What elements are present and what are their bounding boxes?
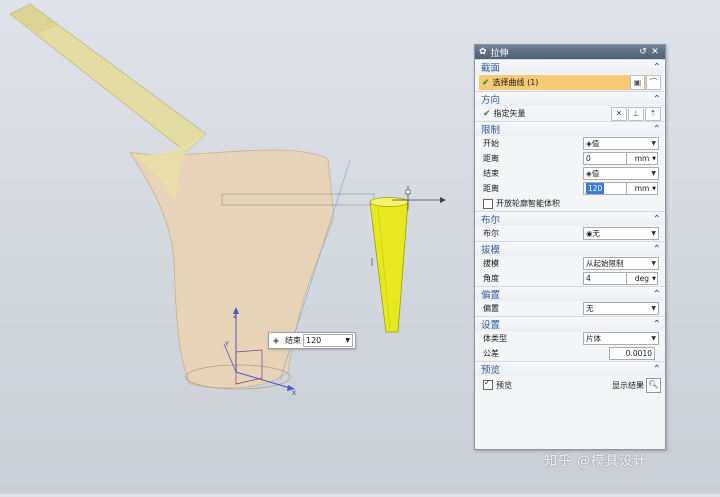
boolean-header[interactable]: 布尔 ⌃ (475, 212, 665, 226)
angle-row: 角度 4 deg ▼ (483, 272, 658, 285)
preview-row: 预览 显示结果 🔍︎ (475, 376, 665, 394)
reset-icon[interactable]: ↺ (637, 47, 649, 57)
preview-checkbox[interactable] (483, 378, 493, 390)
select-curve-label: 选择曲线 (1) (492, 78, 539, 87)
start-distance-input[interactable]: 0 (583, 152, 627, 165)
preview-section: 预览⌃ 预览 显示结果 🔍︎ (475, 361, 665, 394)
axis-label-y: Y (224, 341, 229, 348)
tolerance-row: 公差 0.0010 (475, 346, 665, 361)
extrude-dialog: ✿ 拉伸 ↺ ✕ 截面 ⌃ ✔ 选择曲线 (1) ▣ ⌒ 方向 ⌃ ✔ 指定矢量 ✕… (474, 44, 666, 450)
sketch-section-icon[interactable]: ▣ (630, 75, 645, 90)
cone-top (369, 197, 409, 207)
section-header[interactable]: 截面 ⌃ (475, 60, 665, 74)
end-select[interactable]: ◈ 值 ▼ (583, 167, 659, 180)
part-body (129, 149, 335, 389)
start-select[interactable]: ◈ 值 ▼ (583, 137, 659, 150)
preview-header[interactable]: 预览 ⌃ (475, 362, 665, 376)
end-unit-select[interactable]: mm ▼ (627, 182, 658, 195)
vector-dialog-icon[interactable]: ⊥ (628, 106, 644, 121)
chevron-down-icon[interactable]: ▼ (345, 335, 350, 346)
reverse-direction-icon[interactable]: ✕ (611, 106, 627, 121)
body-type-select[interactable]: 片体 ▼ (583, 332, 659, 345)
body-type-row: 体类型 片体 ▼ (475, 331, 665, 346)
cube-icon: ◈ (272, 336, 280, 345)
collapse-icon: ⌃ (652, 61, 661, 73)
direction-section: 方向 ⌃ ✔ 指定矢量 ✕ ⊥ ⇡ (475, 91, 665, 121)
offset-select[interactable]: 无 ▼ (583, 302, 659, 315)
extruded-cone (369, 201, 409, 333)
start-row: 开始 ◈ 值 ▼ (475, 136, 665, 151)
open-profile-row[interactable]: 开放轮廓智能体积 (475, 196, 665, 211)
axis-label-x: X (292, 390, 296, 397)
show-result-button[interactable]: 显示结果 🔍︎ (612, 377, 661, 393)
section-section: 截面 ⌃ ✔ 选择曲线 (1) ▣ ⌒ (475, 59, 665, 90)
draft-section: 拔模 ⌃ 拔模 从起始限制 ▼ 角度 4 deg ▼ (475, 241, 665, 286)
tolerance-input[interactable]: 0.0010 (609, 347, 655, 360)
dialog-titlebar[interactable]: ✿ 拉伸 ↺ ✕ (475, 45, 665, 59)
select-curve-row[interactable]: ✔ 选择曲线 (1) ▣ ⌒ (479, 75, 661, 90)
watermark: 知乎 @模具设计 (544, 454, 648, 469)
check-icon: ✔ (482, 77, 490, 88)
gear-icon[interactable]: ✿ (479, 47, 487, 57)
end-distance-row: 距离 120 mm ▼ (483, 182, 658, 195)
offset-section: 偏置 ⌃ 偏置 无 ▼ (475, 286, 665, 316)
offset-header[interactable]: 偏置 ⌃ (475, 287, 665, 301)
dynamic-input-label: 结束 (285, 336, 301, 345)
specify-vector-row[interactable]: ✔ 指定矢量 ✕ ⊥ ⇡ (475, 106, 665, 121)
draft-select[interactable]: 从起始限制 ▼ (583, 257, 659, 270)
limits-section: 限制 ⌃ 开始 ◈ 值 ▼ 距离 0 mm ▼ 结束 ◈ 值 ▼ 距离 120 mm ▼ 开放… (475, 121, 665, 211)
dynamic-input-value[interactable]: 120 ▼ (303, 334, 353, 347)
curve-icon[interactable]: ⌒ (646, 75, 661, 90)
open-profile-checkbox[interactable] (483, 198, 493, 209)
dialog-title: 拉伸 (490, 48, 509, 59)
settings-section: 设置 ⌃ 体类型 片体 ▼ 公差 0.0010 (475, 316, 665, 361)
specify-vector-label: 指定矢量 (493, 109, 526, 118)
settings-header[interactable]: 设置 ⌃ (475, 317, 665, 331)
offset-row: 偏置 无 ▼ (475, 301, 665, 316)
axis-label-z: Z (233, 313, 237, 320)
close-icon[interactable]: ✕ (649, 47, 661, 57)
limits-header[interactable]: 限制 ⌃ (475, 122, 665, 136)
magnifier-icon: 🔍︎ (646, 377, 661, 393)
boolean-select[interactable]: ◉ 无 ▼ (583, 227, 659, 240)
draft-row: 拔模 从起始限制 ▼ (475, 256, 665, 271)
end-distance-input[interactable]: 120 (583, 182, 627, 195)
boolean-section: 布尔 ⌃ 布尔 ◉ 无 ▼ (475, 211, 665, 241)
direction-header[interactable]: 方向 ⌃ (475, 92, 665, 106)
draft-header[interactable]: 拔模 ⌃ (475, 242, 665, 256)
check-icon: ✔ (483, 108, 491, 119)
end-row: 结束 ◈ 值 ▼ (475, 166, 665, 181)
angle-input[interactable]: 4 (583, 272, 627, 285)
boolean-row: 布尔 ◉ 无 ▼ (475, 226, 665, 241)
start-distance-row: 距离 0 mm ▼ (483, 152, 658, 165)
angle-unit-select[interactable]: deg ▼ (627, 272, 658, 285)
start-unit-select[interactable]: mm ▼ (627, 152, 658, 165)
vector-type-icon[interactable]: ⇡ (645, 106, 661, 121)
dynamic-input-box[interactable]: ◈ 结束 120 ▼ (268, 332, 356, 349)
